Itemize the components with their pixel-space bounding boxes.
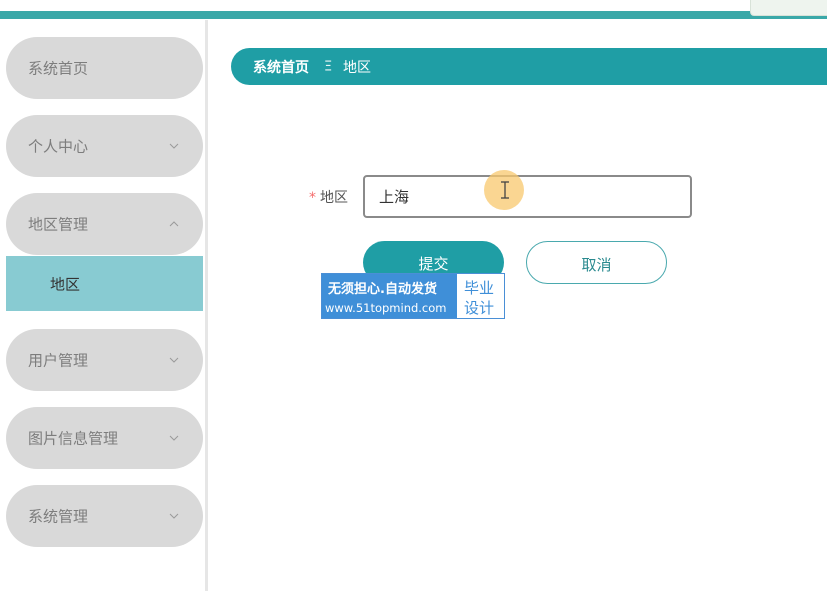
sidebar-subitem-label: 地区 [50, 275, 81, 293]
sidebar-item-label: 系统管理 [28, 507, 89, 526]
watermark-tag-top: 毕业 [464, 279, 495, 297]
cancel-button-label: 取消 [581, 257, 612, 274]
cancel-button[interactable]: 取消 [526, 241, 667, 284]
top-accent-line [0, 11, 827, 19]
sidebar-subitem-region[interactable]: 地区 [6, 256, 203, 311]
chevron-down-icon [169, 513, 179, 519]
sidebar-item-image-info-management[interactable]: 图片信息管理 [6, 407, 203, 469]
sidebar-item-personal-center[interactable]: 个人中心 [6, 115, 203, 177]
sidebar-item-system-management[interactable]: 系统管理 [6, 485, 203, 547]
breadcrumb-current: 地区 [343, 59, 371, 76]
breadcrumb: 系统首页 Ξ 地区 [231, 48, 827, 85]
chevron-down-icon [169, 143, 179, 149]
region-input[interactable] [363, 175, 692, 218]
chevron-down-icon [169, 435, 179, 441]
region-label-text: 地区 [320, 190, 348, 206]
sidebar-item-label: 图片信息管理 [28, 429, 119, 448]
text-cursor-icon [501, 181, 509, 199]
sidebar-item-home[interactable]: 系统首页 [6, 37, 203, 99]
breadcrumb-home-link[interactable]: 系统首页 [253, 57, 309, 77]
watermark-tag-bottom: 设计 [464, 299, 495, 317]
watermark-badge: 无须担心.自动发货 www.51topmind.com 毕业 设计 [321, 273, 505, 319]
sidebar-item-user-management[interactable]: 用户管理 [6, 329, 203, 391]
region-field-label: * 地区 [309, 187, 348, 207]
watermark-url: www.51topmind.com [325, 301, 447, 315]
required-mark: * [309, 190, 316, 206]
top-right-panel [750, 0, 827, 16]
chevron-up-icon [169, 221, 179, 227]
breadcrumb-separator: Ξ [324, 59, 333, 74]
top-bar [0, 0, 827, 20]
watermark-left-panel: 无须担心.自动发货 www.51topmind.com [322, 274, 457, 318]
sidebar-item-label: 用户管理 [28, 351, 89, 370]
sidebar-item-region-management[interactable]: 地区管理 [6, 193, 203, 255]
sidebar-item-label: 系统首页 [28, 59, 89, 78]
sidebar-item-label: 个人中心 [28, 137, 89, 156]
chevron-down-icon [169, 357, 179, 363]
submit-button-label: 提交 [418, 256, 449, 273]
sidebar-item-label: 地区管理 [28, 215, 89, 234]
watermark-slogan: 无须担心.自动发货 [328, 282, 437, 297]
